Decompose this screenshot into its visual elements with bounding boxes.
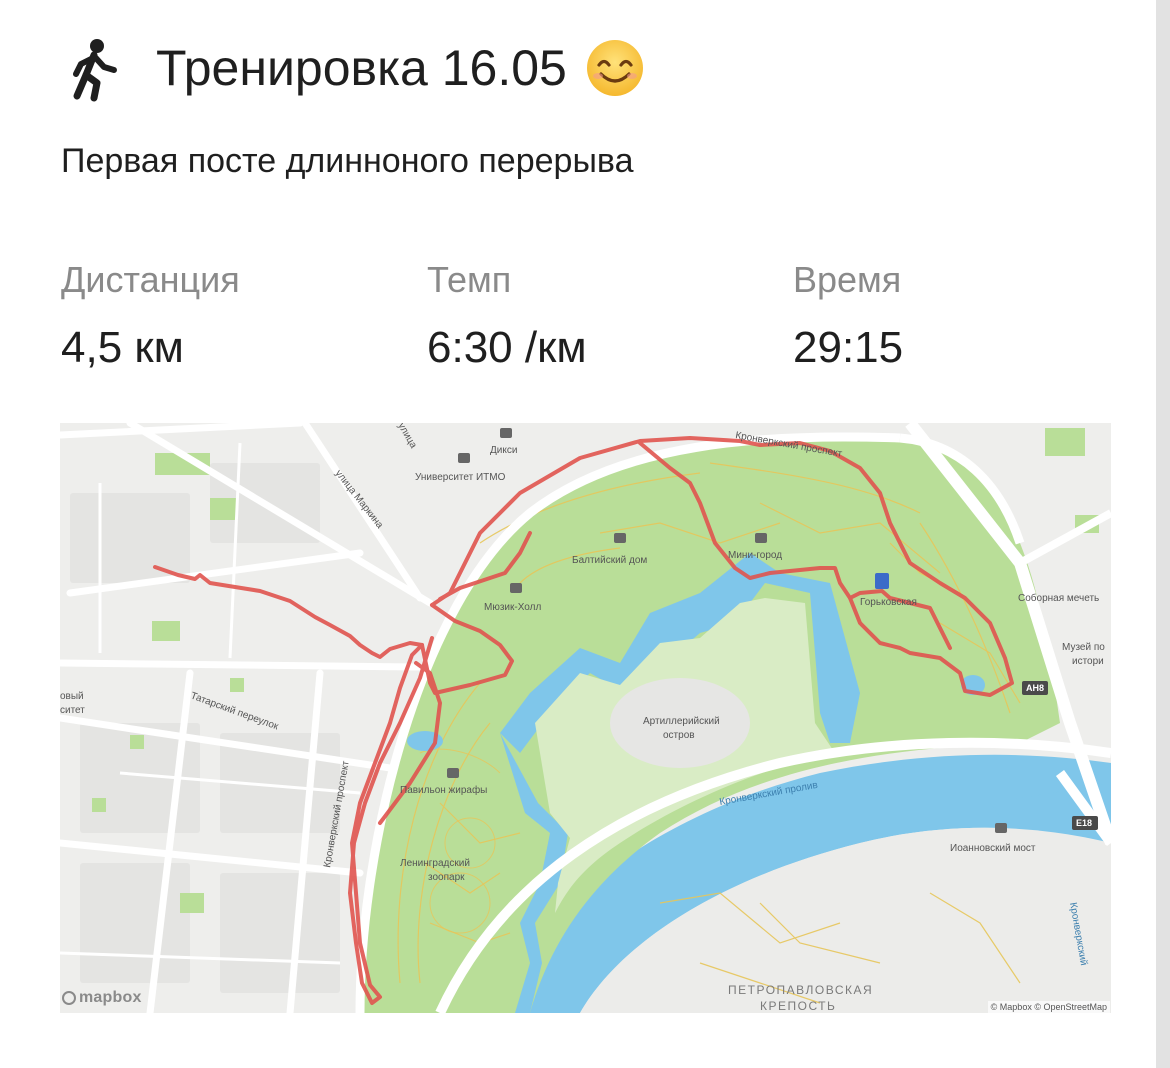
- stat-value: 29:15: [793, 323, 904, 372]
- map-label-mosque: Соборная мечеть: [1018, 592, 1099, 604]
- stat-label: Дистанция: [61, 259, 240, 300]
- stat-value: 4,5 км: [61, 323, 184, 372]
- map-attribution[interactable]: © Mapbox © OpenStreetMap: [987, 1001, 1110, 1013]
- map-canvas: Дикси Университет ИТМО улица Маркина ули…: [60, 423, 1111, 1013]
- map-label-fortress-2: КРЕПОСТЬ: [760, 999, 836, 1013]
- map-label-music-hall: Мюзик-Холл: [484, 602, 541, 613]
- map-label-left-cut: овый: [60, 691, 84, 702]
- map-label-left-cut-2: ситет: [60, 705, 85, 716]
- map-label-baltic-house: Балтийский дом: [572, 555, 647, 566]
- stat-distance: Дистанция 4,5 км: [61, 256, 240, 376]
- map-label-museum: Музей по: [1062, 642, 1105, 653]
- mapbox-logo[interactable]: mapbox: [62, 989, 142, 1007]
- map-label-gorkovskaya: Горьковская: [860, 597, 917, 608]
- map-label-giraffe: Павильон жирафы: [400, 784, 487, 796]
- map-label-fortress: ПЕТРОПАВЛОВСКАЯ: [728, 983, 873, 997]
- map-label-zoo-2: зоопарк: [428, 872, 465, 883]
- stat-value: 6:30 /км: [427, 323, 587, 372]
- route-map[interactable]: Дикси Университет ИТМО улица Маркина ули…: [60, 423, 1111, 1013]
- stat-time: Время 29:15: [793, 256, 903, 376]
- workout-header: Тренировка 16.05: [64, 34, 645, 102]
- mapbox-icon: [62, 990, 76, 1005]
- smiling-face-emoji: [586, 40, 643, 96]
- stat-label: Темп: [427, 259, 512, 300]
- map-label-artillery: Артиллерийский: [643, 716, 720, 727]
- map-label-dixy: Дикси: [490, 445, 517, 456]
- workout-description: Первая посте длинноного перерыва: [61, 142, 634, 180]
- map-label-museum-2: истори: [1072, 656, 1104, 667]
- mapbox-logo-text: mapbox: [79, 989, 142, 1006]
- map-label-e18: E18: [1076, 818, 1092, 828]
- map-label-itmo: Университет ИТМО: [415, 472, 506, 483]
- map-label-ioannovsky: Иоанновский мост: [950, 843, 1036, 854]
- map-label-mini-city: Мини-город: [728, 550, 782, 561]
- scrollbar-track: [1156, 0, 1170, 1068]
- map-label-zoo: Ленинградский: [400, 858, 470, 869]
- map-label-artillery-2: остров: [663, 730, 695, 741]
- map-label-ah8: AH8: [1026, 683, 1044, 693]
- stat-label: Время: [793, 259, 902, 300]
- workout-title: Тренировка 16.05: [156, 40, 567, 96]
- stat-pace: Темп 6:30 /км: [427, 256, 587, 376]
- running-person-icon: [73, 39, 117, 102]
